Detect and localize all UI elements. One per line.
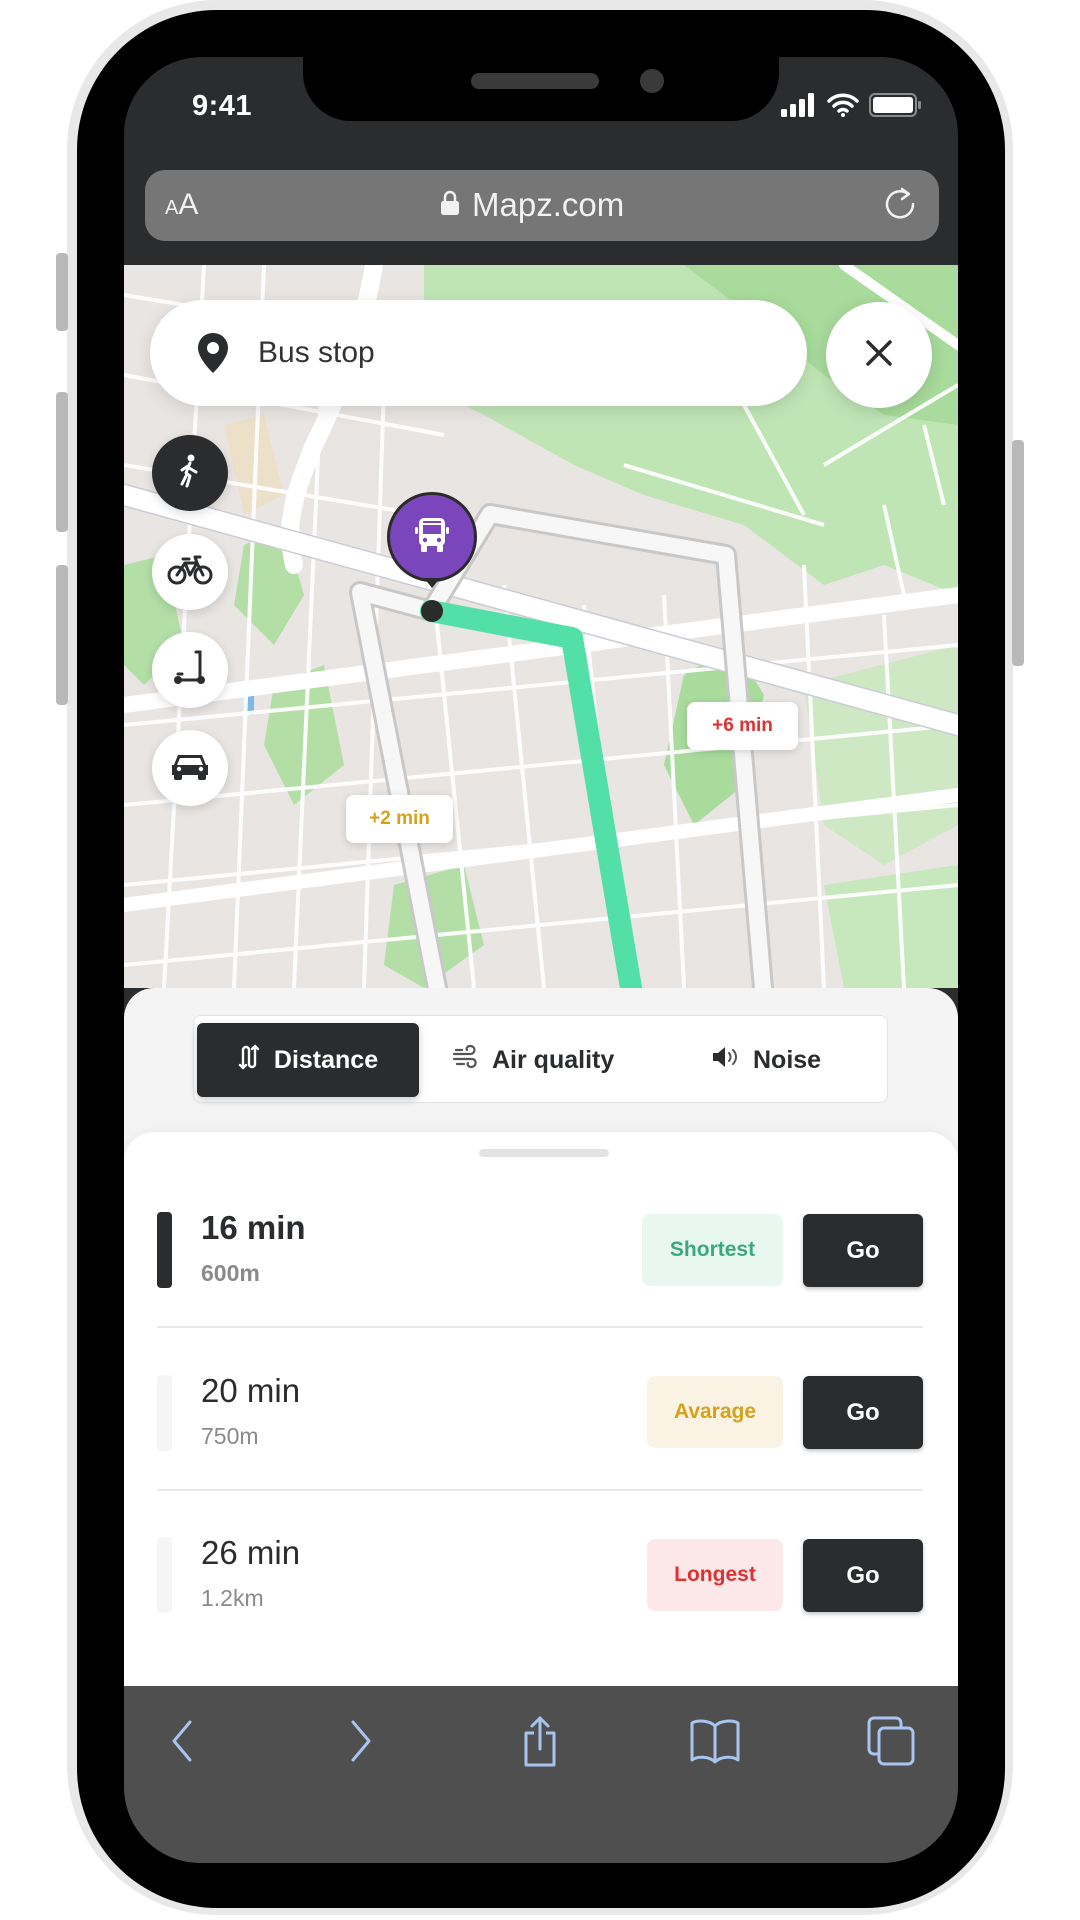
mute-switch — [56, 253, 68, 331]
power-button — [1012, 440, 1024, 666]
route-tag-label: +6 min — [712, 715, 773, 736]
volume-down-button — [56, 565, 68, 705]
back-icon — [170, 1720, 194, 1767]
route-badge-longest: Longest — [647, 1539, 783, 1611]
tab-label: Distance — [273, 1045, 379, 1074]
close-icon — [865, 339, 893, 372]
destination-marker[interactable] — [387, 492, 477, 582]
go-button[interactable]: Go — [803, 1214, 923, 1287]
url-display[interactable]: Mapz.com — [440, 186, 624, 224]
bookmarks-icon — [689, 1718, 741, 1769]
mode-bike-button[interactable] — [152, 534, 228, 610]
go-button[interactable]: Go — [803, 1376, 923, 1449]
bookmarks-button[interactable] — [690, 1718, 740, 1768]
route-tag-alt-right[interactable]: +6 min — [687, 702, 798, 750]
route-indicator — [157, 1537, 172, 1613]
front-camera — [640, 69, 664, 93]
walk-icon — [177, 454, 203, 493]
bus-icon — [415, 516, 449, 559]
row-divider — [157, 1326, 923, 1328]
route-time: 26 min — [201, 1534, 301, 1571]
lock-icon — [440, 186, 460, 224]
tab-air-quality[interactable]: Air quality — [452, 1023, 614, 1097]
search-value: Bus stop — [258, 336, 375, 369]
search-field[interactable]: Bus stop — [150, 300, 807, 406]
route-start-dot — [421, 600, 443, 622]
close-button[interactable] — [826, 302, 932, 408]
route-badge-average: Avarage — [647, 1376, 783, 1448]
mode-car-button[interactable] — [152, 730, 228, 806]
route-tag-alt-left[interactable]: +2 min — [346, 795, 453, 843]
signal-icon — [781, 92, 817, 122]
reload-icon[interactable] — [880, 184, 920, 229]
route-distance: 750m — [201, 1423, 259, 1449]
browser-toolbar — [124, 1686, 958, 1863]
sheet-grab-handle[interactable] — [479, 1149, 609, 1157]
route-distance: 600m — [201, 1260, 260, 1286]
wind-icon — [452, 1044, 480, 1077]
wifi-icon — [827, 93, 859, 122]
status-time: 9:41 — [192, 90, 253, 122]
row-divider — [157, 1489, 923, 1491]
status-icons — [781, 92, 923, 123]
tab-noise[interactable]: Noise — [711, 1023, 821, 1097]
tabs-icon — [867, 1716, 917, 1771]
share-icon — [522, 1715, 558, 1772]
route-time: 16 min — [201, 1209, 306, 1246]
speaker-icon — [711, 1045, 741, 1076]
forward-icon — [349, 1720, 373, 1767]
back-button[interactable] — [157, 1718, 207, 1768]
bike-icon — [167, 555, 213, 590]
mode-walk-button[interactable] — [152, 435, 228, 511]
route-indicator — [157, 1375, 172, 1451]
route-time: 20 min — [201, 1372, 301, 1409]
text-size-button[interactable]: AA — [165, 188, 198, 222]
route-distance: 1.2km — [201, 1585, 264, 1611]
battery-icon — [869, 92, 923, 123]
car-icon — [170, 751, 210, 786]
route-indicator-selected — [157, 1212, 172, 1288]
url-text: Mapz.com — [472, 186, 625, 223]
tab-label: Noise — [753, 1045, 822, 1074]
route-badge-shortest: Shortest — [642, 1214, 783, 1286]
volume-up-button — [56, 392, 68, 532]
marker-pointer — [424, 578, 440, 588]
scooter-icon — [172, 650, 208, 691]
tabs-button[interactable] — [867, 1716, 917, 1771]
tab-distance[interactable]: Distance — [197, 1023, 419, 1097]
share-button[interactable] — [515, 1716, 565, 1768]
location-pin-icon — [196, 331, 230, 375]
go-button[interactable]: Go — [803, 1539, 923, 1612]
mode-scooter-button[interactable] — [152, 632, 228, 708]
tab-label: Air quality — [492, 1045, 615, 1074]
notch — [303, 57, 779, 121]
route-tag-label: +2 min — [369, 808, 430, 829]
distance-icon — [238, 1044, 262, 1077]
forward-button[interactable] — [336, 1718, 386, 1768]
speaker-grille — [471, 73, 599, 89]
